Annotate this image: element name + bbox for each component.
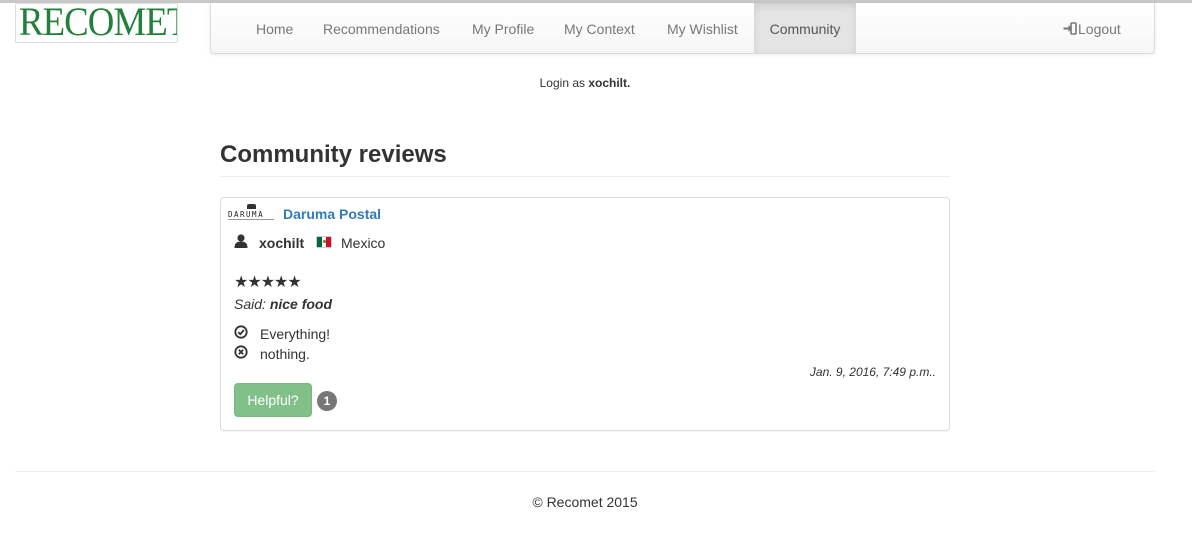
footer-divider (15, 471, 1155, 472)
review-card: DARUMA Daruma Postal xochilt Mexico ★★★★… (220, 197, 950, 431)
restaurant-logo-mark (247, 204, 256, 209)
check-circle-icon (234, 325, 248, 339)
mexico-flag (317, 237, 332, 247)
page-title: Community reviews (220, 141, 447, 168)
title-divider (220, 176, 950, 177)
login-username: xochilt. (588, 76, 631, 90)
nav-community[interactable]: Community (754, 3, 856, 53)
logo-text: RECOMET (19, 3, 178, 43)
logout-link[interactable]: Logout (1063, 3, 1121, 53)
user-icon (234, 234, 248, 248)
helpful-button[interactable]: Helpful? (234, 383, 312, 417)
review-con: nothing. (260, 346, 310, 362)
said-prefix: Said: (234, 296, 266, 312)
logout-label: Logout (1078, 21, 1121, 37)
log-in-icon (1063, 22, 1077, 36)
main-navbar: Home Recommendations My Profile My Conte… (210, 3, 1155, 54)
remove-circle-icon (234, 345, 248, 359)
review-username: xochilt (259, 235, 305, 251)
review-said: Said: nice food (234, 296, 332, 312)
restaurant-link[interactable]: Daruma Postal (283, 206, 381, 222)
review-date: Jan. 9, 2016, 7:49 p.m.. (809, 365, 936, 379)
nav-my-wishlist[interactable]: My Wishlist (667, 3, 738, 53)
footer-copyright: © Recomet 2015 (532, 494, 638, 510)
restaurant-logo: DARUMA (226, 204, 276, 224)
app-logo[interactable]: RECOMET (15, 3, 178, 43)
said-text: nice food (269, 296, 333, 312)
restaurant-logo-underline (228, 219, 274, 220)
nav-my-context[interactable]: My Context (564, 3, 635, 53)
nav-recommendations[interactable]: Recommendations (323, 3, 440, 53)
restaurant-logo-text: DARUMA (228, 210, 265, 219)
review-pro: Everything! (260, 326, 331, 342)
login-prefix: Login as (539, 76, 585, 90)
login-status: Login as xochilt. (0, 76, 1170, 90)
nav-home[interactable]: Home (256, 3, 293, 53)
nav-my-profile[interactable]: My Profile (472, 3, 534, 53)
helpful-count-badge: 1 (317, 391, 337, 411)
review-country: Mexico (341, 235, 386, 251)
rating-stars: ★★★★★ (234, 272, 302, 291)
